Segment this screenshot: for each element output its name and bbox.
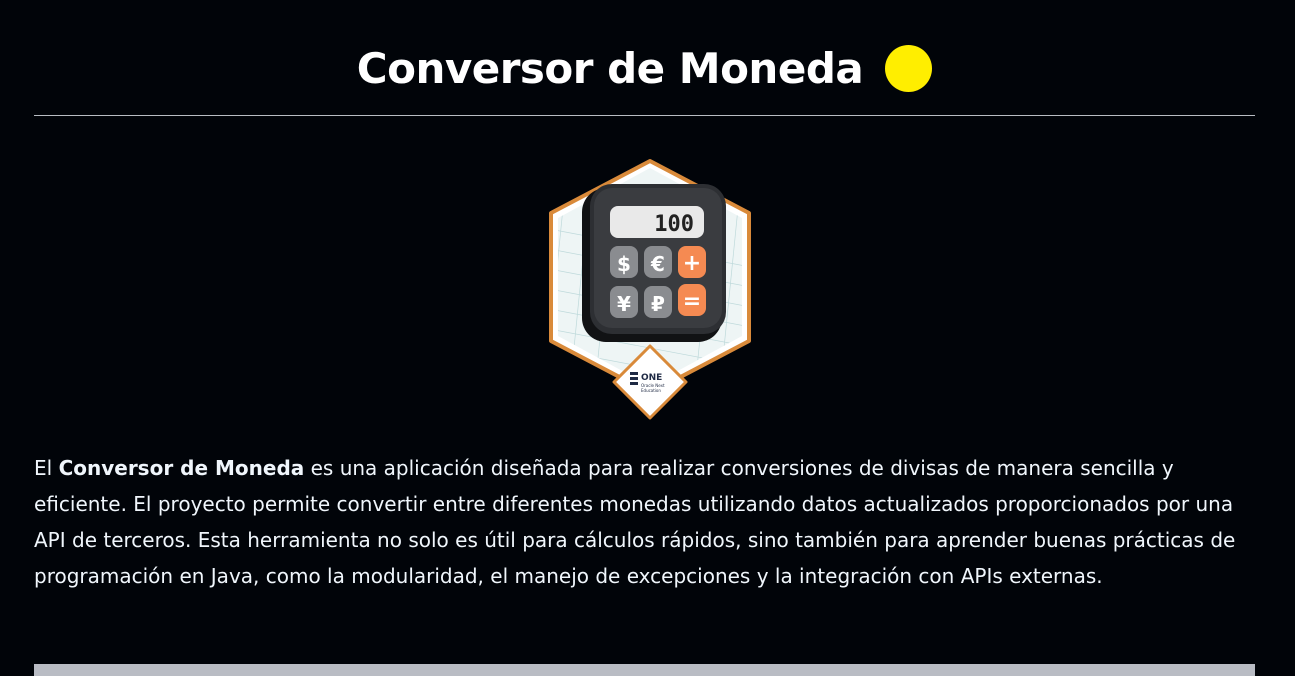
key-equals: = [683, 289, 701, 314]
key-yen: ¥ [617, 292, 631, 316]
page-title: Conversor de Moneda [356, 44, 864, 93]
readme-content: Conversor de Moneda 100 $ € + ¥ ₽ = ONE … [34, 0, 1255, 676]
title-row: Conversor de Moneda [34, 0, 1255, 116]
brand-one: ONE [641, 373, 662, 383]
calculator-display: 100 [654, 212, 694, 237]
key-plus: + [683, 251, 701, 276]
yellow-circle-icon [885, 45, 933, 92]
description-prefix: El [34, 456, 59, 480]
key-dollar: $ [617, 252, 631, 276]
key-euro: € [650, 252, 665, 276]
brand-sub-2: Education [641, 388, 661, 393]
section-divider [34, 664, 1255, 676]
project-description: El Conversor de Moneda es una aplicación… [34, 450, 1255, 594]
key-ruble: ₽ [651, 292, 665, 316]
calculator-badge-image: 100 $ € + ¥ ₽ = ONE Oracle Next Educatio… [549, 159, 751, 420]
title-wrap: Conversor de Moneda [34, 44, 1255, 93]
description-bold: Conversor de Moneda [58, 456, 305, 480]
